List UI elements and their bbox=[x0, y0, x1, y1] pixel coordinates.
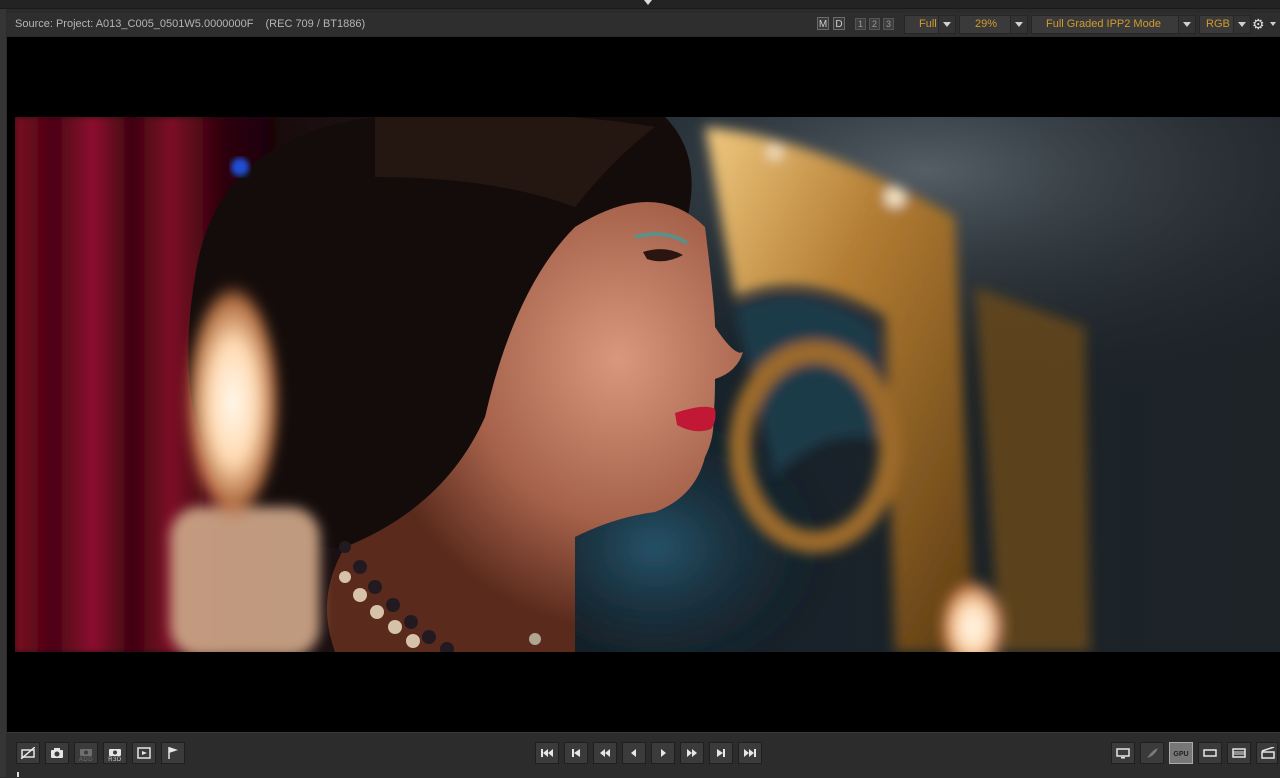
r3d-caption: R3D bbox=[108, 757, 122, 763]
add-caption: ADD bbox=[78, 757, 94, 763]
d-toggle-button[interactable]: D bbox=[833, 17, 845, 30]
caret-down-icon bbox=[1270, 22, 1276, 26]
top-strip bbox=[0, 0, 1280, 9]
next-clip-icon bbox=[717, 749, 725, 757]
snapshot-camera-icon bbox=[51, 748, 63, 758]
monitor-button[interactable] bbox=[1111, 742, 1135, 764]
left-panel-edge bbox=[0, 9, 6, 777]
decode-mode-dropdown[interactable]: Full Graded IPP2 Mode bbox=[1031, 15, 1196, 34]
zoom-value: 29% bbox=[975, 18, 998, 30]
rocket-icon bbox=[1147, 748, 1158, 758]
snapshot-button[interactable] bbox=[45, 742, 69, 764]
video-viewer[interactable] bbox=[7, 37, 1280, 732]
step-back-button[interactable] bbox=[622, 742, 646, 764]
video-frame[interactable] bbox=[15, 117, 1280, 652]
broadcast-monitor-icon bbox=[21, 747, 35, 759]
gear-icon: ⚙ bbox=[1252, 16, 1265, 32]
source-info: Source: Project: A013_C005_0501W5.000000… bbox=[15, 18, 365, 30]
snapshot-add-button[interactable]: ADD bbox=[74, 742, 98, 764]
rewind-icon bbox=[600, 749, 610, 757]
source-label: Source: Project: A013_C005_0501W5.000000… bbox=[15, 18, 254, 30]
decode-mode-value: Full Graded IPP2 Mode bbox=[1046, 18, 1161, 30]
gpu-toggle-button[interactable]: GPU bbox=[1169, 742, 1193, 764]
skip-to-end-icon bbox=[744, 749, 756, 757]
next-clip-button[interactable] bbox=[709, 742, 733, 764]
transport-bar: ADD R3D GPU bbox=[7, 732, 1280, 778]
timeline-playhead[interactable] bbox=[17, 772, 19, 777]
fast-forward-icon bbox=[687, 749, 697, 757]
widescreen-button[interactable] bbox=[1198, 742, 1222, 764]
export-frame-button[interactable] bbox=[132, 742, 156, 764]
skip-to-start-button[interactable] bbox=[535, 742, 559, 764]
widescreen-icon bbox=[1203, 749, 1217, 757]
monitor-1-button[interactable]: 1 bbox=[855, 18, 866, 30]
camera-add-icon bbox=[80, 749, 92, 756]
chevron-down-icon bbox=[1178, 16, 1195, 33]
previous-clip-button[interactable] bbox=[564, 742, 588, 764]
fast-forward-button[interactable] bbox=[680, 742, 704, 764]
monitor-icon bbox=[1116, 748, 1130, 759]
snapshot-r3d-button[interactable]: R3D bbox=[103, 742, 127, 764]
play-button[interactable] bbox=[651, 742, 675, 764]
skip-to-end-button[interactable] bbox=[738, 742, 762, 764]
filmstrip-icon bbox=[1232, 748, 1246, 758]
resolution-value: Full bbox=[919, 18, 937, 30]
zoom-dropdown[interactable]: 29% bbox=[959, 15, 1028, 34]
channel-dropdown[interactable]: RGB bbox=[1199, 15, 1251, 34]
rocket-button[interactable] bbox=[1140, 742, 1164, 764]
camera-r3d-icon bbox=[109, 749, 121, 756]
flag-icon bbox=[168, 747, 178, 759]
viewer-header: Source: Project: A013_C005_0501W5.000000… bbox=[7, 13, 1280, 36]
channel-value: RGB bbox=[1206, 18, 1230, 30]
clapper-icon bbox=[1261, 747, 1275, 759]
color-space-label: (REC 709 / BT1886) bbox=[265, 18, 366, 30]
clapper-button[interactable] bbox=[1256, 742, 1278, 764]
filmstrip-button[interactable] bbox=[1227, 742, 1251, 764]
frame-image bbox=[15, 117, 1280, 652]
gpu-icon: GPU bbox=[1173, 751, 1189, 758]
chevron-down-icon bbox=[1010, 16, 1027, 33]
previous-clip-icon bbox=[572, 749, 580, 757]
step-back-icon bbox=[631, 749, 636, 757]
skip-to-start-icon bbox=[541, 749, 553, 757]
chevron-down-icon bbox=[1233, 16, 1250, 33]
play-icon bbox=[661, 749, 666, 757]
monitor-3-button[interactable]: 3 bbox=[883, 18, 894, 30]
m-toggle-button[interactable]: M bbox=[817, 17, 829, 30]
export-frame-icon bbox=[137, 747, 151, 759]
panel-splitter-arrow-icon[interactable] bbox=[644, 0, 652, 5]
broadcast-monitor-button[interactable] bbox=[16, 742, 40, 764]
resolution-dropdown[interactable]: Full bbox=[904, 15, 956, 34]
settings-button[interactable]: ⚙ bbox=[1252, 16, 1280, 33]
rewind-button[interactable] bbox=[593, 742, 617, 764]
monitor-2-button[interactable]: 2 bbox=[869, 18, 880, 30]
flag-button[interactable] bbox=[161, 742, 185, 764]
chevron-down-icon bbox=[938, 16, 955, 33]
